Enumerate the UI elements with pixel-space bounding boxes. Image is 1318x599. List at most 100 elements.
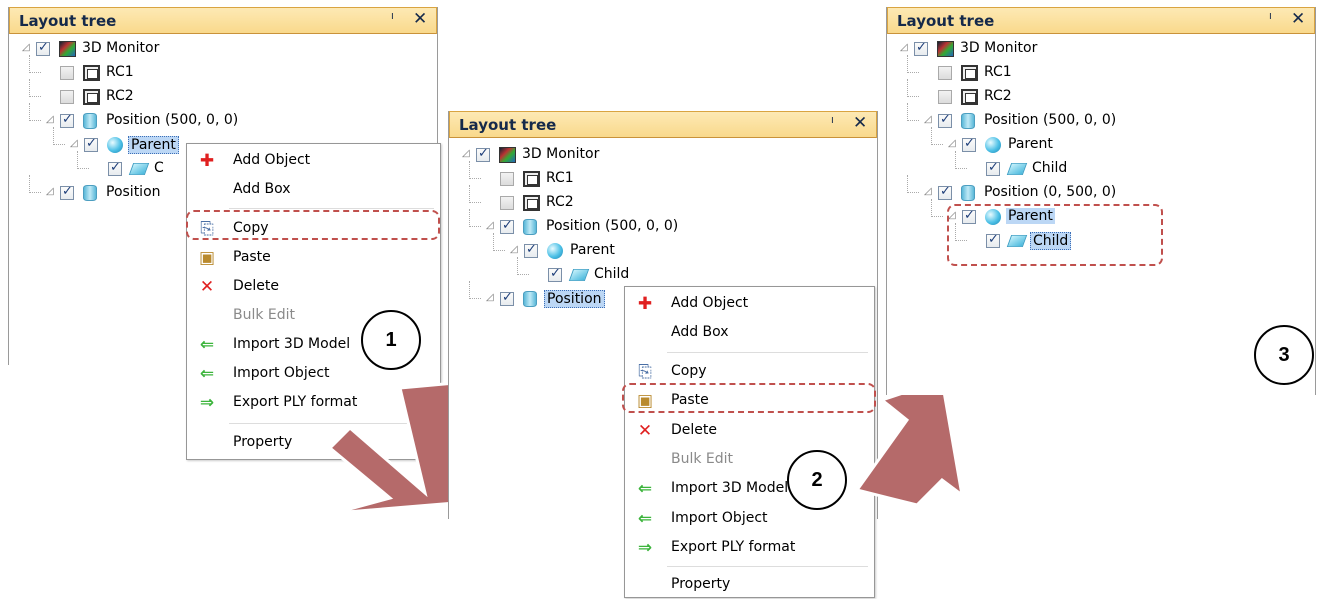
tree-node[interactable]: RC2	[924, 87, 1318, 109]
node-checkbox[interactable]	[60, 66, 74, 80]
node-checkbox[interactable]	[938, 90, 952, 104]
tree-node[interactable]: ◿ Position (0, 500, 0)	[924, 183, 1318, 205]
expand-toggle-icon[interactable]: ◿	[486, 292, 497, 303]
menu-item-add-box[interactable]: Add Box	[625, 318, 874, 347]
node-label[interactable]: Parent	[128, 136, 179, 154]
cylinder-icon	[961, 113, 975, 129]
menu-item-property[interactable]: Property	[625, 570, 874, 599]
tree-node[interactable]: RC1	[486, 169, 886, 191]
pin-icon[interactable]: ᴵ	[831, 114, 834, 132]
tree-node[interactable]: Child	[972, 159, 1318, 181]
close-icon[interactable]: ✕	[1291, 9, 1305, 29]
pin-icon[interactable]: ᴵ	[1269, 10, 1272, 28]
menu-item-copy[interactable]: ⎘ Copy	[625, 357, 874, 386]
expand-toggle-icon[interactable]: ◿	[46, 114, 57, 125]
node-label[interactable]: 3D Monitor	[80, 40, 161, 56]
node-label[interactable]: Child	[1030, 160, 1069, 176]
node-label[interactable]: Position (0, 500, 0)	[982, 184, 1118, 200]
expand-toggle-icon[interactable]: ◿	[70, 138, 81, 149]
menu-separator	[667, 352, 868, 353]
node-label[interactable]: Position (500, 0, 0)	[544, 218, 680, 234]
node-checkbox[interactable]	[476, 146, 490, 162]
node-checkbox[interactable]	[60, 112, 74, 128]
menu-item-add-object[interactable]: ✚ Add Object	[187, 146, 440, 175]
menu-item-add-box[interactable]: Add Box	[187, 175, 440, 204]
node-label[interactable]: RC2	[982, 88, 1014, 104]
node-checkbox[interactable]	[36, 40, 50, 56]
expand-toggle-icon[interactable]: ◿	[22, 42, 33, 53]
tree-node[interactable]: ◿ 3D Monitor	[900, 39, 1300, 61]
tree-node[interactable]: ◿ Position (500, 0, 0)	[486, 217, 886, 239]
menu-item-add-object[interactable]: ✚ Add Object	[625, 289, 874, 318]
import-arrow-icon: ⇐	[637, 479, 653, 499]
tree-node[interactable]: ◿ 3D Monitor	[462, 145, 862, 167]
close-icon[interactable]: ✕	[853, 113, 867, 133]
node-checkbox[interactable]	[548, 266, 562, 282]
tree-node[interactable]: ◿ Position (500, 0, 0)	[924, 111, 1318, 133]
node-label[interactable]: RC2	[544, 194, 576, 210]
node-label[interactable]: RC1	[544, 170, 576, 186]
expand-toggle-icon[interactable]: ◿	[510, 244, 521, 255]
render-camera-icon	[961, 89, 978, 105]
pasted-nodes-highlight	[947, 204, 1163, 266]
tree-node[interactable]: RC1	[46, 63, 446, 85]
menu-item-paste[interactable]: ▣ Paste	[187, 243, 440, 272]
expand-toggle-icon[interactable]: ◿	[486, 220, 497, 231]
node-label[interactable]: RC1	[982, 64, 1014, 80]
delete-icon: ✕	[637, 421, 653, 441]
expand-toggle-icon[interactable]: ◿	[462, 148, 473, 159]
expand-toggle-icon[interactable]: ◿	[46, 186, 57, 197]
node-label[interactable]: Position	[544, 290, 605, 308]
expand-toggle-icon[interactable]: ◿	[924, 186, 935, 197]
copy-icon: ⎘	[638, 362, 652, 382]
box-icon	[1006, 163, 1028, 175]
node-checkbox[interactable]	[108, 160, 122, 176]
node-label[interactable]: RC1	[104, 64, 136, 80]
menu-item-delete[interactable]: ✕ Delete	[625, 416, 874, 445]
node-label[interactable]: 3D Monitor	[520, 146, 601, 162]
render-camera-icon	[83, 65, 100, 81]
node-checkbox[interactable]	[500, 196, 514, 210]
render-camera-icon	[523, 171, 540, 187]
node-label[interactable]: C	[152, 160, 166, 176]
menu-item-import-object[interactable]: ⇐ Import Object	[625, 504, 874, 533]
node-checkbox[interactable]	[986, 160, 1000, 176]
tree-node[interactable]: ◿ Parent	[948, 135, 1318, 157]
node-label[interactable]: Parent	[568, 242, 617, 258]
node-checkbox[interactable]	[500, 218, 514, 234]
menu-item-delete[interactable]: ✕ Delete	[187, 272, 440, 301]
node-label[interactable]: Child	[592, 266, 631, 282]
node-checkbox[interactable]	[938, 66, 952, 80]
node-label[interactable]: RC2	[104, 88, 136, 104]
expand-toggle-icon[interactable]: ◿	[900, 42, 911, 53]
panel-title: Layout tree	[459, 116, 557, 134]
node-checkbox[interactable]	[60, 90, 74, 104]
node-checkbox[interactable]	[500, 290, 514, 306]
tree-node[interactable]: ◿ 3D Monitor	[22, 39, 422, 61]
node-checkbox[interactable]	[914, 40, 928, 56]
node-checkbox[interactable]	[962, 136, 976, 152]
node-label[interactable]: Position	[104, 184, 163, 200]
tree-node[interactable]: RC2	[46, 87, 446, 109]
node-label[interactable]: Parent	[1006, 136, 1055, 152]
tree-connector	[907, 175, 919, 193]
node-checkbox[interactable]	[60, 184, 74, 200]
node-checkbox[interactable]	[938, 112, 952, 128]
tree-node[interactable]: RC2	[486, 193, 886, 215]
tree-node[interactable]: ◿ Position (500, 0, 0)	[46, 111, 446, 133]
expand-toggle-icon[interactable]: ◿	[948, 138, 959, 149]
expand-toggle-icon[interactable]: ◿	[924, 114, 935, 125]
node-checkbox[interactable]	[500, 172, 514, 186]
tree-node[interactable]: RC1	[924, 63, 1318, 85]
close-icon[interactable]: ✕	[413, 9, 427, 29]
node-checkbox[interactable]	[938, 184, 952, 200]
node-label[interactable]: Position (500, 0, 0)	[982, 112, 1118, 128]
pin-icon[interactable]: ᴵ	[391, 10, 394, 28]
menu-item-export-ply[interactable]: ⇒ Export PLY format	[625, 533, 874, 562]
node-checkbox[interactable]	[84, 136, 98, 152]
node-label[interactable]: 3D Monitor	[958, 40, 1039, 56]
tree-node[interactable]: Child	[534, 265, 934, 287]
tree-node[interactable]: ◿ Parent	[510, 241, 910, 263]
node-checkbox[interactable]	[524, 242, 538, 258]
node-label[interactable]: Position (500, 0, 0)	[104, 112, 240, 128]
